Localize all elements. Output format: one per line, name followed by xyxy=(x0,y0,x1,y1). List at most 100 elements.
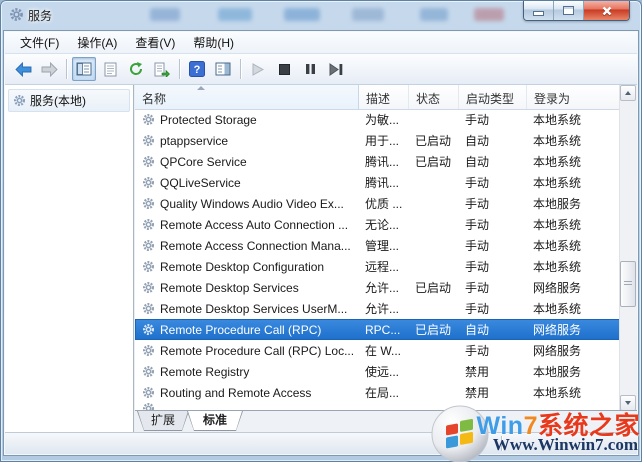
service-gear-icon xyxy=(142,302,155,315)
service-name: Protected Storage xyxy=(160,112,257,127)
service-gear-icon xyxy=(142,113,155,126)
status-bar xyxy=(5,432,637,454)
tab-standard[interactable]: 标准 xyxy=(187,411,243,431)
column-header-description[interactable]: 描述 xyxy=(359,85,409,109)
restart-icon xyxy=(329,62,343,76)
tab-extended[interactable]: 扩展 xyxy=(137,411,189,431)
action-pane-icon xyxy=(215,62,231,76)
console-tree-pane: 服务(本地) xyxy=(5,85,134,432)
services-list-pane: 名称 描述 状态 启动类型 登录为 Protected Storage 为敏..… xyxy=(135,85,637,432)
service-logon-as: 本地系统 xyxy=(533,176,582,190)
refresh-button[interactable] xyxy=(124,57,148,81)
table-row[interactable]: Remote Desktop Configuration 远程... 手动 本地… xyxy=(135,256,620,277)
menu-help[interactable]: 帮助(H) xyxy=(184,31,243,54)
table-row[interactable]: Quality Windows Audio Video Ex... 优质 ...… xyxy=(135,193,620,214)
titlebar-glass-artifact xyxy=(352,8,384,21)
refresh-icon xyxy=(130,62,143,75)
service-gear-icon xyxy=(142,155,155,168)
service-name: QQLiveService xyxy=(160,175,241,190)
menu-view[interactable]: 查看(V) xyxy=(126,31,184,54)
column-header-name[interactable]: 名称 xyxy=(135,85,359,109)
console-tree-icon xyxy=(76,62,92,76)
menu-bar: 文件(F) 操作(A) 查看(V) 帮助(H) xyxy=(5,32,637,54)
service-gear-icon xyxy=(142,365,155,378)
column-header-status[interactable]: 状态 xyxy=(409,85,459,109)
table-row[interactable]: Remote Procedure Call (RPC) RPC... 已启动 自… xyxy=(135,319,620,340)
toolbar-separator xyxy=(179,59,180,79)
close-button[interactable] xyxy=(584,1,629,20)
toolbar-separator xyxy=(66,59,67,79)
services-gear-icon xyxy=(13,94,26,107)
service-description: 在局... xyxy=(365,386,400,400)
table-row[interactable]: QQLiveService 腾讯... 手动 本地系统 xyxy=(135,172,620,193)
help-icon: ? xyxy=(189,61,205,77)
window-title: 服务 xyxy=(28,9,53,23)
properties-button[interactable] xyxy=(98,57,122,81)
minimize-icon xyxy=(533,11,544,16)
table-row[interactable]: Remote Registry 使远... 禁用 本地服务 xyxy=(135,361,620,382)
table-row[interactable]: Remote Procedure Call (RPC) Loc... 在 W..… xyxy=(135,340,620,361)
export-list-button[interactable] xyxy=(150,57,174,81)
scrollbar-thumb[interactable] xyxy=(620,261,636,307)
service-description: 在 W... xyxy=(365,344,402,358)
service-logon-as: 本地系统 xyxy=(533,386,582,400)
vertical-scrollbar[interactable] xyxy=(619,85,637,411)
column-header-logon-as[interactable]: 登录为 xyxy=(527,85,620,109)
service-gear-icon xyxy=(142,386,155,399)
table-row[interactable]: Remote Access Auto Connection ... 无论... … xyxy=(135,214,620,235)
service-startup-type: 手动 xyxy=(465,239,490,253)
table-row[interactable]: Routing and Remote Access 在局... 禁用 本地系统 xyxy=(135,382,620,403)
service-logon-as: 本地系统 xyxy=(533,218,582,232)
properties-icon xyxy=(104,62,116,76)
service-rows: Protected Storage 为敏... 手动 本地系统 ptappser… xyxy=(135,109,620,411)
forward-icon xyxy=(41,61,58,77)
maximize-button[interactable] xyxy=(554,1,584,20)
tree-item-services-local[interactable]: 服务(本地) xyxy=(8,89,130,112)
services-app-icon xyxy=(9,7,24,22)
help-button[interactable]: ? xyxy=(185,57,209,81)
services-window: 服务 文件(F) 操作(A) 查看(V) 帮助(H) ? 服务(本地) 名称 描… xyxy=(0,0,642,462)
service-logon-as: 本地服务 xyxy=(533,365,582,379)
service-startup-type: 自动 xyxy=(465,155,490,169)
service-logon-as: 本地系统 xyxy=(533,260,582,274)
scroll-up-icon xyxy=(625,91,631,95)
service-gear-icon xyxy=(142,344,155,357)
service-startup-type: 禁用 xyxy=(465,386,490,400)
column-header-label: 登录为 xyxy=(534,92,571,106)
forward-button[interactable] xyxy=(37,57,61,81)
table-row[interactable]: Remote Desktop Services 允许... 已启动 手动 网络服… xyxy=(135,277,620,298)
service-name: ptappservice xyxy=(160,133,229,148)
start-service-button[interactable] xyxy=(246,57,270,81)
service-logon-as: 网络服务 xyxy=(533,344,582,358)
service-gear-icon xyxy=(142,323,155,336)
column-header-label: 描述 xyxy=(366,92,391,106)
menu-action[interactable]: 操作(A) xyxy=(68,31,126,54)
table-row[interactable]: QPCore Service 腾讯... 已启动 自动 本地系统 xyxy=(135,151,620,172)
titlebar-glass-artifact xyxy=(150,8,180,21)
scroll-down-button[interactable] xyxy=(620,395,636,411)
table-row[interactable]: Remote Access Connection Mana... 管理... 手… xyxy=(135,235,620,256)
show-console-tree-button[interactable] xyxy=(72,57,96,81)
view-tab-strip: 扩展 标准 xyxy=(135,410,637,432)
scroll-up-button[interactable] xyxy=(620,85,636,101)
titlebar-glass-artifact xyxy=(474,8,504,21)
stop-service-button[interactable] xyxy=(272,57,296,81)
service-gear-icon xyxy=(142,239,155,252)
services-list: 名称 描述 状态 启动类型 登录为 Protected Storage 为敏..… xyxy=(135,85,637,411)
table-row[interactable]: ptappservice 用于... 已启动 自动 本地系统 xyxy=(135,130,620,151)
table-row[interactable]: Remote Desktop Services UserM... 允许... 手… xyxy=(135,298,620,319)
show-action-pane-button[interactable] xyxy=(211,57,235,81)
restart-service-button[interactable] xyxy=(324,57,348,81)
back-button[interactable] xyxy=(11,57,35,81)
service-description: 允许... xyxy=(365,281,400,295)
title-bar[interactable]: 服务 xyxy=(0,0,642,30)
column-header-startup-type[interactable]: 启动类型 xyxy=(459,85,527,109)
stop-icon xyxy=(278,63,290,75)
service-startup-type: 手动 xyxy=(465,113,490,127)
pause-service-button[interactable] xyxy=(298,57,322,81)
menu-file[interactable]: 文件(F) xyxy=(11,31,68,54)
service-logon-as: 网络服务 xyxy=(533,281,582,295)
minimize-button[interactable] xyxy=(524,1,554,20)
column-header-label: 启动类型 xyxy=(466,92,515,106)
table-row[interactable]: Protected Storage 为敏... 手动 本地系统 xyxy=(135,109,620,130)
